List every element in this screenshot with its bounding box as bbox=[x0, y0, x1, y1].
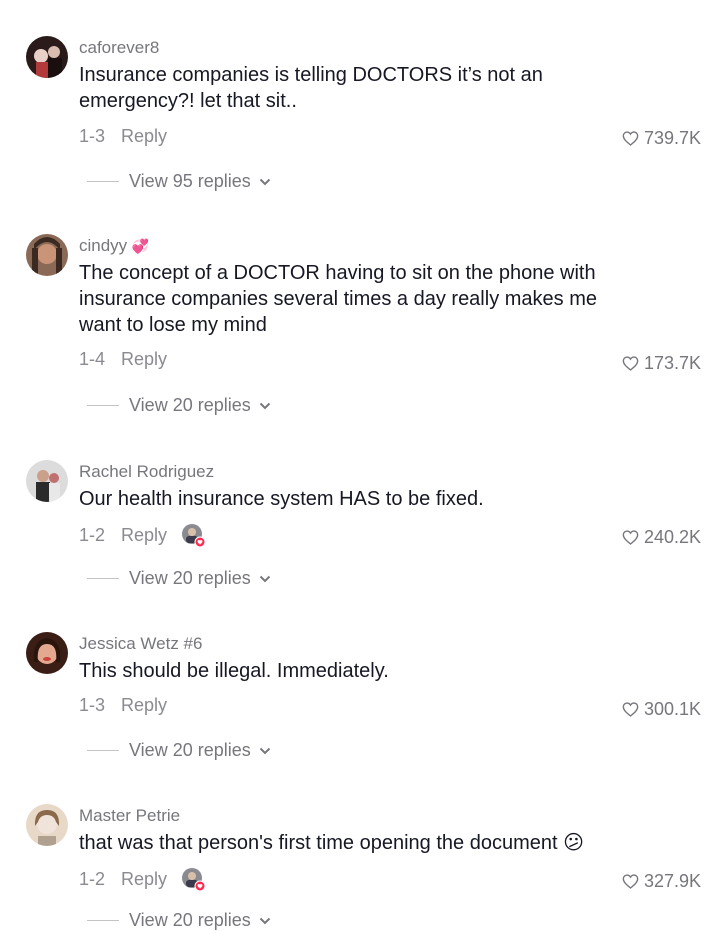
comment-username[interactable]: cindyy 💞 bbox=[79, 236, 149, 256]
reply-button[interactable]: Reply bbox=[121, 525, 167, 546]
comment-meta: 1-3 Reply bbox=[79, 695, 167, 716]
view-replies-label: View 20 replies bbox=[129, 740, 251, 760]
comment-meta: 1-2 Reply bbox=[79, 523, 206, 548]
view-replies-label: View 20 replies bbox=[129, 568, 251, 588]
comment-text: The concept of a DOCTOR having to sit on… bbox=[79, 262, 597, 336]
avatar[interactable] bbox=[26, 234, 68, 276]
heart-icon bbox=[622, 530, 639, 545]
chevron-down-icon bbox=[259, 917, 270, 924]
comment-username[interactable]: Master Petrie bbox=[79, 806, 180, 826]
heart-icon bbox=[622, 131, 639, 146]
comment-text: Insurance companies is telling DOCTORS i… bbox=[79, 64, 543, 112]
like-count: 300.1K bbox=[643, 699, 701, 719]
heart-icon bbox=[622, 702, 639, 717]
avatar[interactable] bbox=[26, 804, 68, 846]
creator-liked-badge bbox=[181, 867, 206, 892]
chevron-down-icon bbox=[259, 747, 270, 754]
like-button[interactable]: 327.9K bbox=[622, 871, 701, 892]
like-count: 327.9K bbox=[643, 871, 701, 891]
divider-line bbox=[87, 750, 119, 751]
chevron-down-icon bbox=[259, 575, 270, 582]
like-button[interactable]: 739.7K bbox=[622, 128, 701, 149]
divider-line bbox=[87, 405, 119, 406]
avatar[interactable] bbox=[26, 460, 68, 502]
comment-date: 1-2 bbox=[79, 524, 106, 545]
comment-meta: 1-2 Reply bbox=[79, 867, 206, 892]
reply-button[interactable]: Reply bbox=[121, 126, 167, 147]
comment-username[interactable]: caforever8 bbox=[79, 38, 159, 58]
view-replies-button[interactable]: View 95 replies bbox=[87, 171, 271, 192]
username-text: cindyy bbox=[79, 236, 128, 255]
comment-username[interactable]: Jessica Wetz #6 bbox=[79, 634, 202, 654]
view-replies-button[interactable]: View 20 replies bbox=[87, 568, 271, 589]
comment-date: 1-3 bbox=[79, 695, 106, 715]
confused-emoji: 😕 bbox=[563, 832, 584, 854]
avatar[interactable] bbox=[26, 36, 68, 78]
avatar-image bbox=[26, 234, 68, 276]
creator-avatar-icon bbox=[182, 524, 206, 548]
chevron-down-icon bbox=[259, 178, 270, 185]
comment-meta: 1-3 Reply bbox=[79, 126, 167, 147]
view-replies-button[interactable]: View 20 replies bbox=[87, 910, 271, 931]
avatar-image bbox=[26, 460, 68, 502]
comment-date: 1-3 bbox=[79, 126, 106, 146]
heart-icon bbox=[622, 356, 639, 371]
view-replies-label: View 95 replies bbox=[129, 171, 251, 191]
creator-avatar-icon bbox=[182, 868, 206, 892]
reply-button[interactable]: Reply bbox=[121, 869, 167, 890]
view-replies-button[interactable]: View 20 replies bbox=[87, 740, 271, 761]
like-count: 739.7K bbox=[643, 128, 701, 148]
comment-text-body: that was that person's first time openin… bbox=[79, 832, 558, 854]
comment-text: Our health insurance system HAS to be fi… bbox=[79, 488, 484, 510]
view-replies-label: View 20 replies bbox=[129, 910, 251, 930]
divider-line bbox=[87, 920, 119, 921]
like-count: 173.7K bbox=[643, 353, 701, 373]
reply-button[interactable]: Reply bbox=[121, 349, 167, 370]
comment-username[interactable]: Rachel Rodriguez bbox=[79, 462, 214, 482]
divider-line bbox=[87, 181, 119, 182]
like-count: 240.2K bbox=[643, 527, 701, 547]
avatar[interactable] bbox=[26, 632, 68, 674]
heart-emoji: 💞 bbox=[131, 238, 150, 254]
comment-text: This should be illegal. Immediately. bbox=[79, 660, 389, 682]
like-button[interactable]: 240.2K bbox=[622, 527, 701, 548]
view-replies-button[interactable]: View 20 replies bbox=[87, 395, 271, 416]
like-button[interactable]: 300.1K bbox=[622, 699, 701, 720]
avatar-image bbox=[26, 632, 68, 674]
heart-icon bbox=[622, 874, 639, 889]
avatar-image bbox=[26, 804, 68, 846]
like-button[interactable]: 173.7K bbox=[622, 353, 701, 374]
comment-text: that was that person's first time openin… bbox=[79, 830, 639, 856]
chevron-down-icon bbox=[259, 402, 270, 409]
divider-line bbox=[87, 578, 119, 579]
reply-button[interactable]: Reply bbox=[121, 695, 167, 716]
comment-date: 1-4 bbox=[79, 349, 106, 369]
avatar-image bbox=[26, 36, 68, 78]
comment-meta: 1-4 Reply bbox=[79, 349, 167, 370]
creator-liked-badge bbox=[181, 523, 206, 548]
comment-date: 1-2 bbox=[79, 868, 106, 889]
view-replies-label: View 20 replies bbox=[129, 395, 251, 415]
